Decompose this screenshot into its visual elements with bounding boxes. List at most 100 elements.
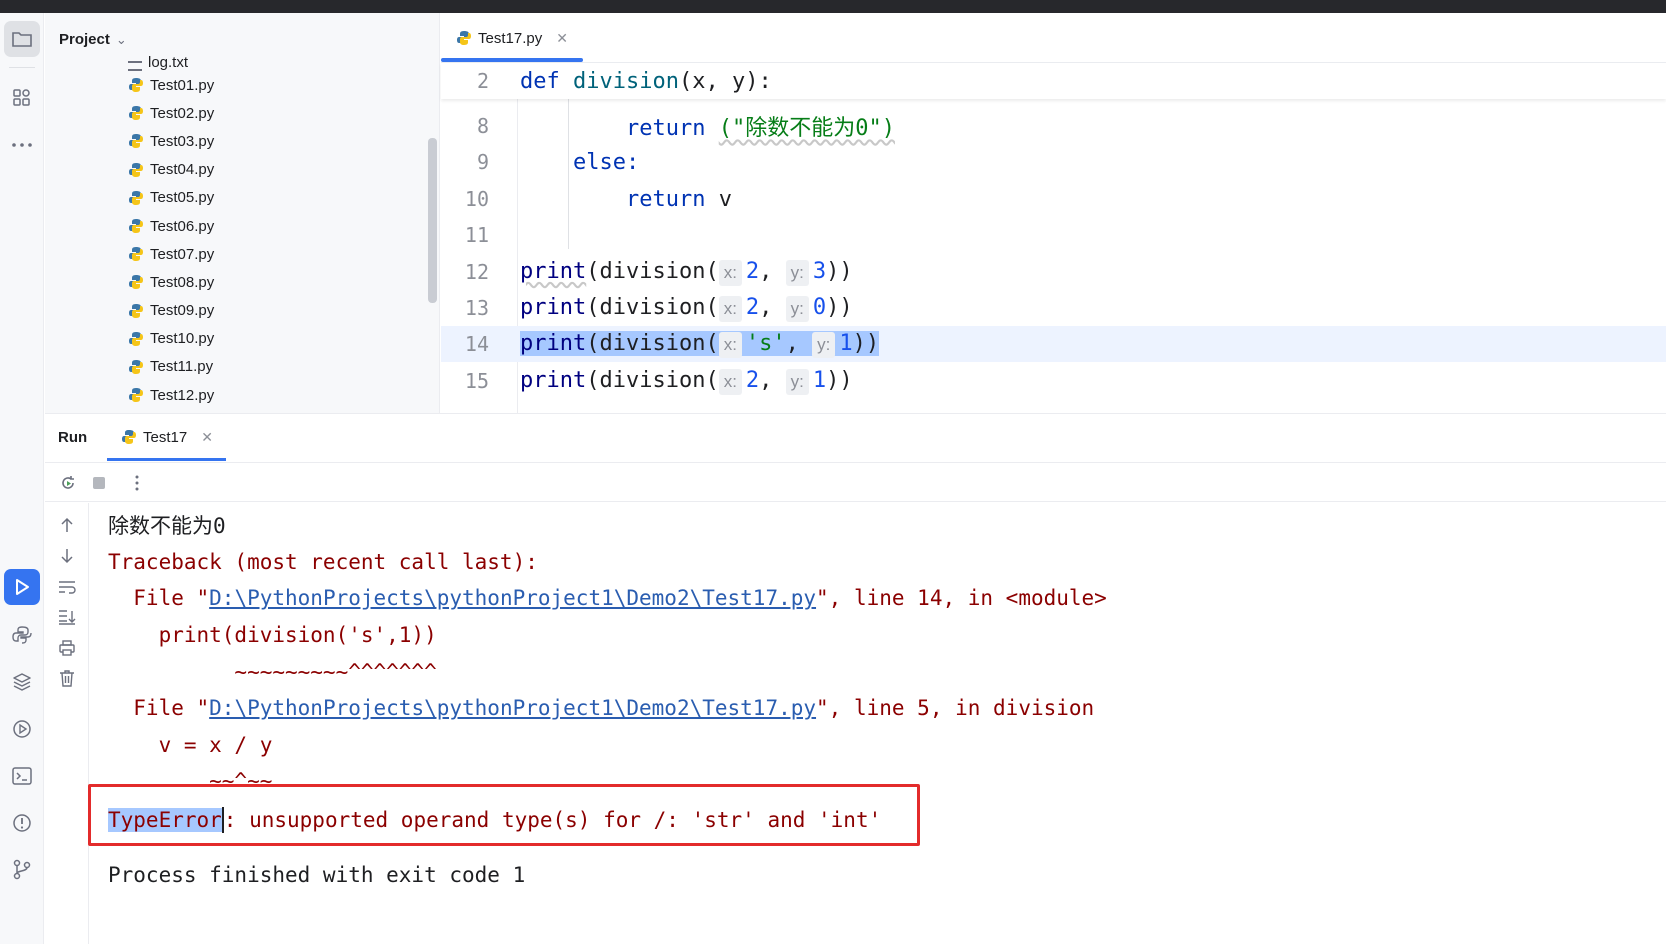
python-file-icon: [129, 359, 143, 374]
editor: Test17.py ✕ 2 def division(x, y): 8 retu…: [441, 13, 1666, 413]
stop-icon[interactable]: [89, 473, 109, 493]
more-icon[interactable]: [4, 127, 40, 163]
inlay-hint: y:: [812, 331, 836, 358]
file-tree: log.txt Test01.py Test02.py Test03.py Test04…: [128, 53, 214, 409]
code-line[interactable]: 13 print(division(x: 2, y: 0)): [441, 290, 1666, 326]
file-name: Test07.py: [150, 245, 215, 263]
close-icon[interactable]: ✕: [201, 429, 213, 446]
arrow-down-icon[interactable]: [57, 546, 77, 566]
print-icon[interactable]: [57, 638, 77, 658]
file-name: Test11.py: [150, 358, 214, 376]
trash-icon[interactable]: [57, 668, 77, 688]
line-number: 12: [464, 260, 489, 284]
close-icon[interactable]: ✕: [556, 30, 568, 47]
file-path-link[interactable]: D:\PythonProjects\pythonProject1\Demo2\T…: [209, 696, 816, 720]
python-file-icon: [129, 190, 143, 205]
run-title: Run: [58, 429, 88, 446]
line-number: 13: [464, 296, 489, 320]
scroll-to-end-icon[interactable]: [57, 607, 77, 627]
python-file-icon: [129, 78, 143, 93]
run-tool-icon[interactable]: [4, 569, 40, 605]
python-file-icon: [122, 430, 136, 444]
file-name: Test06.py: [150, 217, 215, 235]
code-line[interactable]: 15 print(division(x: 2, y: 1)): [441, 363, 1666, 399]
console-line: File " D:\PythonProjects\pythonProject1\D…: [108, 696, 1095, 721]
editor-tabbar: Test17.py ✕: [441, 13, 1666, 63]
inlay-hint: y:: [785, 295, 809, 322]
python-file-icon: [129, 219, 143, 234]
console-line: v = x / y: [108, 732, 273, 757]
code-line[interactable]: 2 def division(x, y):: [441, 63, 1666, 99]
file-name: Test04.py: [150, 161, 215, 179]
code-line[interactable]: 11: [441, 217, 1666, 253]
code-area[interactable]: 2 def division(x, y): 8 return ("除数不能为0"…: [441, 63, 1666, 413]
git-icon[interactable]: [4, 851, 40, 887]
file-name: Test10.py: [150, 330, 215, 348]
line-number: 14: [464, 332, 489, 356]
file-tree-item[interactable]: Test06.py: [128, 212, 214, 240]
rerun-icon[interactable]: [58, 473, 78, 493]
inlay-hint: y:: [785, 259, 809, 286]
inlay-hint: x:: [718, 368, 742, 395]
file-tree-item[interactable]: Test03.py: [128, 127, 214, 155]
file-name: Test02.py: [150, 104, 215, 122]
project-panel: Project ⌄ log.txt Test01.py Test02.py Test0…: [45, 13, 440, 413]
line-number: 11: [464, 223, 489, 247]
file-tree-item[interactable]: log.txt: [128, 53, 214, 71]
file-tree-item[interactable]: Test10.py: [128, 325, 214, 353]
console-line: Process finished with exit code 1: [108, 863, 526, 888]
chevron-down-icon[interactable]: ⌄: [116, 32, 127, 48]
file-tree-item[interactable]: Test07.py: [128, 240, 214, 268]
file-tree-item[interactable]: Test01.py: [128, 71, 214, 99]
file-name: Test12.py: [150, 386, 215, 404]
code-line[interactable]: 12 print(division(x: 2, y: 3)): [441, 254, 1666, 290]
file-tree-item[interactable]: Test11.py: [128, 353, 214, 381]
project-header[interactable]: Project ⌄: [59, 31, 127, 48]
file-path-link[interactable]: D:\PythonProjects\pythonProject1\Demo2\T…: [209, 586, 816, 610]
code-line[interactable]: 9 else:: [441, 144, 1666, 180]
inlay-hint: x:: [718, 331, 742, 358]
inlay-hint: y:: [785, 368, 809, 395]
python-file-icon: [129, 106, 143, 121]
more-options-icon[interactable]: [127, 473, 147, 493]
tab-test17[interactable]: Test17.py ✕: [441, 13, 583, 63]
line-number: 10: [464, 187, 489, 211]
python-file-icon: [129, 331, 143, 346]
line-number: 2: [476, 69, 489, 93]
problems-icon[interactable]: [4, 805, 40, 841]
file-tree-item[interactable]: Test02.py: [128, 99, 214, 127]
soft-wrap-icon[interactable]: [57, 577, 77, 597]
code-line[interactable]: 8 return ("除数不能为0"): [441, 108, 1666, 144]
console-line: 除数不能为0: [108, 514, 226, 539]
services-icon[interactable]: [4, 711, 40, 747]
layers-icon[interactable]: [4, 664, 40, 700]
run-toolbar: [45, 462, 1666, 502]
folder-icon[interactable]: [4, 21, 40, 57]
run-tab-test17[interactable]: Test17 ✕: [107, 414, 226, 460]
console-line: File " D:\PythonProjects\pythonProject1\D…: [108, 586, 1107, 611]
file-name: Test01.py: [150, 76, 215, 94]
file-tree-item[interactable]: Test05.py: [128, 184, 214, 212]
active-tab-indicator: [441, 58, 583, 62]
strip-divider: [9, 67, 35, 68]
file-tree-item[interactable]: Test12.py: [128, 381, 214, 409]
active-tab-indicator: [107, 458, 226, 461]
terminal-icon[interactable]: [4, 758, 40, 794]
console-line: ~~~~~~~~~^^^^^^^: [108, 659, 437, 684]
scrollbar[interactable]: [428, 138, 437, 303]
run-tab-label: Test17: [143, 428, 188, 446]
console-line: Traceback (most recent call last):: [108, 549, 538, 574]
code-line-current[interactable]: 14 print(division(x:'s', y: 1)): [441, 326, 1666, 362]
run-panel: Run Test17 ✕ 除数不能为0 Traceback (most rece…: [45, 413, 1666, 944]
file-tree-item[interactable]: Test04.py: [128, 156, 214, 184]
file-tree-item[interactable]: Test09.py: [128, 297, 214, 325]
code-line[interactable]: 10 return v: [441, 181, 1666, 217]
python-file-icon: [129, 247, 143, 262]
structure-icon[interactable]: [4, 80, 40, 116]
file-name: Test08.py: [150, 273, 215, 291]
arrow-up-icon[interactable]: [57, 515, 77, 535]
project-label: Project: [59, 31, 110, 48]
python-console-icon[interactable]: [4, 617, 40, 653]
text-file-icon: [128, 61, 142, 71]
file-tree-item[interactable]: Test08.py: [128, 268, 214, 296]
